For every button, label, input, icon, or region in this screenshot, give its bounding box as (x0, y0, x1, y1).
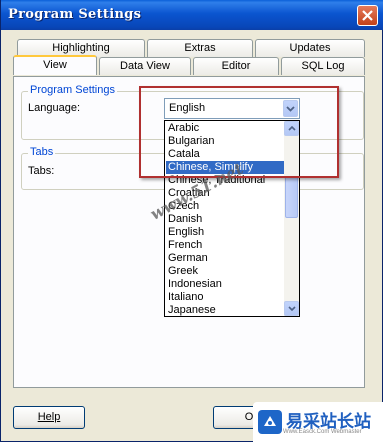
scroll-up-button[interactable] (284, 121, 299, 136)
tab-extras[interactable]: Extras (147, 39, 253, 57)
tab-editor[interactable]: Editor (193, 57, 279, 75)
help-button-label: Help (37, 411, 61, 423)
close-button[interactable] (357, 5, 378, 26)
tab-label: Editor (221, 60, 251, 72)
language-option-chinese-traditional[interactable]: Chinese, Traditional (166, 174, 284, 187)
dropdown-scrollbar[interactable] (284, 121, 299, 316)
language-select[interactable]: English (164, 98, 300, 119)
language-dropdown-button[interactable] (283, 100, 298, 117)
tab-view[interactable]: View (13, 55, 97, 75)
language-option-indonesian[interactable]: Indonesian (166, 278, 284, 291)
language-label: Language: (28, 102, 80, 114)
language-option-catala[interactable]: Catala (166, 148, 284, 161)
scroll-down-button[interactable] (284, 301, 299, 316)
tab-label: Extras (184, 42, 216, 54)
tab-label: SQL Log (301, 60, 345, 72)
window-title: Program Settings (8, 7, 142, 22)
language-select-value: English (169, 102, 206, 114)
language-option-danish[interactable]: Danish (166, 213, 284, 226)
language-option-arabic[interactable]: Arabic (166, 122, 284, 135)
tab-label: Data View (120, 60, 170, 72)
language-option-italiano[interactable]: Italiano (166, 291, 284, 304)
tab-label: Highlighting (52, 42, 110, 54)
tab-label: Updates (289, 42, 331, 54)
tab-row-front: View Data View Editor SQL Log (13, 55, 365, 77)
language-dropdown-list[interactable]: Arabic Bulgarian Catala Chinese, Simplif… (164, 120, 300, 317)
tab-sql-log[interactable]: SQL Log (281, 57, 365, 75)
language-option-japanese[interactable]: Japanese (166, 304, 284, 317)
chevron-down-icon (286, 105, 295, 112)
program-settings-group-label: Program Settings (28, 84, 117, 96)
language-option-czech[interactable]: Czech (166, 200, 284, 213)
chevron-down-icon (287, 306, 296, 311)
program-settings-window: Program Settings Highlighting Extras Upd… (0, 0, 383, 442)
logo-icon (258, 410, 282, 434)
tabs-label: Tabs: (28, 165, 55, 177)
site-logo: 易采站长站 Www.Easck.Com Webmaster (253, 402, 383, 442)
language-option-croatian[interactable]: Croatian (166, 187, 284, 200)
tab-label: View (43, 59, 67, 71)
chevron-up-icon (287, 126, 296, 131)
help-button[interactable]: Help (13, 406, 85, 429)
language-option-english[interactable]: English (166, 226, 284, 239)
tabs-group-label: Tabs (28, 146, 56, 158)
language-option-french[interactable]: French (166, 239, 284, 252)
logo-subtext: Www.Easck.Com Webmaster (283, 429, 362, 435)
language-option-chinese-simplify[interactable]: Chinese, Simplify (166, 161, 284, 174)
language-option-bulgarian[interactable]: Bulgarian (166, 135, 284, 148)
title-bar[interactable]: Program Settings (1, 0, 383, 30)
close-icon (362, 10, 373, 21)
tab-data-view[interactable]: Data View (99, 57, 191, 75)
language-option-greek[interactable]: Greek (166, 265, 284, 278)
ok-button-label: O (244, 411, 254, 423)
tab-updates[interactable]: Updates (255, 39, 365, 57)
language-option-german[interactable]: German (166, 252, 284, 265)
scroll-thumb[interactable] (285, 176, 298, 218)
